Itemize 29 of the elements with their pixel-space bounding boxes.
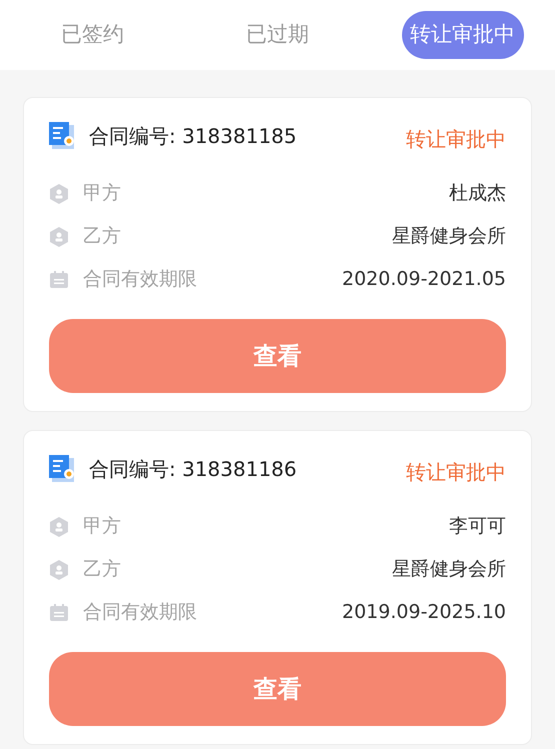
field-label: 乙方 [83, 224, 121, 250]
field-label: 合同有效期限 [83, 267, 197, 292]
view-button[interactable]: 查看 [49, 319, 506, 393]
calendar-icon [49, 602, 69, 622]
field-value: 李可可 [449, 514, 506, 540]
field-value: 杜成杰 [449, 181, 506, 206]
contract-number: 合同编号: 318381186 [89, 456, 297, 483]
field-label: 乙方 [83, 557, 121, 582]
status-label: 转让审批中 [406, 126, 506, 153]
document-icon [49, 455, 75, 483]
person-icon [49, 516, 69, 538]
calendar-icon [49, 270, 69, 290]
view-button[interactable]: 查看 [49, 652, 506, 726]
tab[interactable]: 已签约 [49, 11, 136, 59]
field-value: 2019.09-2025.10 [342, 600, 506, 626]
tab[interactable]: 转让审批中 [402, 11, 524, 59]
person-icon [49, 182, 69, 204]
field-label: 甲方 [83, 181, 121, 206]
person-icon [49, 558, 69, 580]
field-value: 星爵健身会所 [392, 557, 506, 582]
field-label: 甲方 [83, 514, 121, 540]
field-value: 星爵健身会所 [392, 224, 506, 250]
field-value: 2020.09-2021.05 [342, 267, 506, 292]
field-label: 合同有效期限 [83, 600, 197, 626]
status-label: 转让审批中 [406, 459, 506, 486]
person-icon [49, 226, 69, 248]
contract-number: 合同编号: 318381185 [89, 123, 297, 150]
document-icon [49, 122, 75, 150]
tab[interactable]: 已过期 [234, 11, 321, 59]
